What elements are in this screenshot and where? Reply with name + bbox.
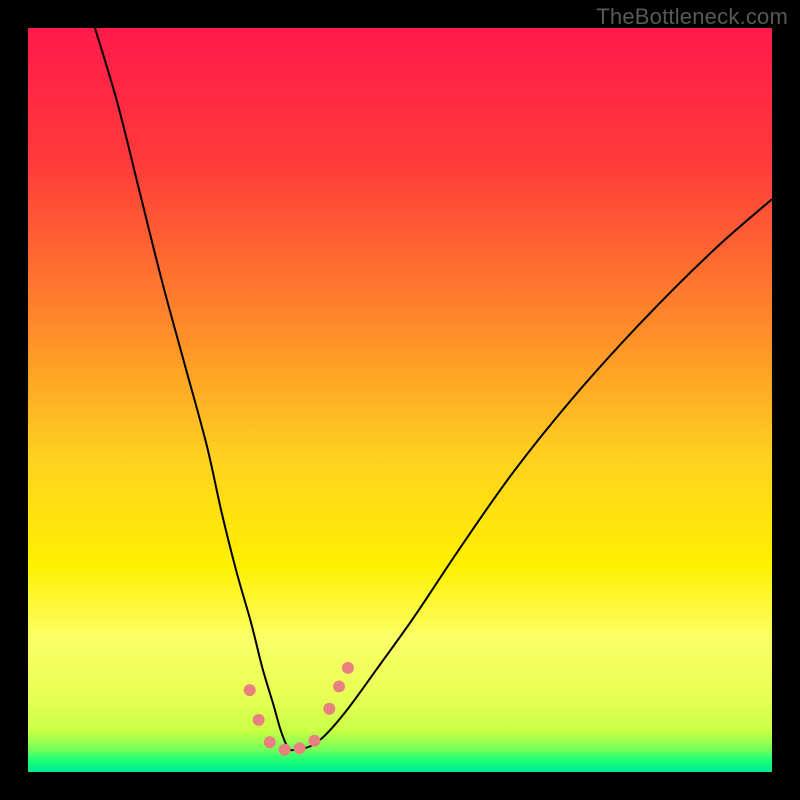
gradient-background bbox=[28, 28, 772, 772]
marker-dot bbox=[244, 684, 256, 696]
marker-dot bbox=[279, 744, 291, 756]
chart-frame: TheBottleneck.com bbox=[0, 0, 800, 800]
marker-dot bbox=[342, 662, 354, 674]
watermark-text: TheBottleneck.com bbox=[596, 4, 788, 30]
marker-dot bbox=[264, 736, 276, 748]
marker-dot bbox=[333, 680, 345, 692]
marker-dot bbox=[323, 703, 335, 715]
marker-dot bbox=[253, 714, 265, 726]
chart-svg bbox=[28, 28, 772, 772]
plot-area bbox=[28, 28, 772, 772]
marker-dot bbox=[308, 735, 320, 747]
marker-dot bbox=[294, 742, 306, 754]
